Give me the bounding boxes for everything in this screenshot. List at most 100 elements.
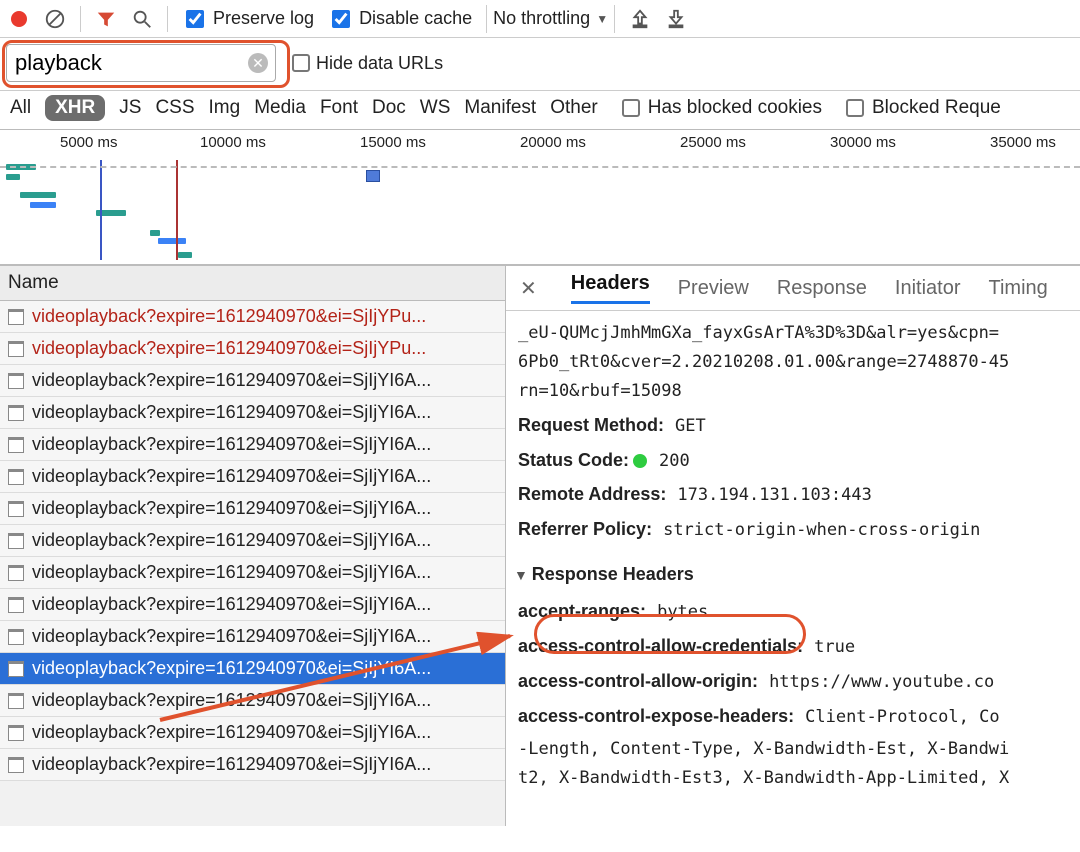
waterfall-overview[interactable]: 5000 ms 10000 ms 15000 ms 20000 ms 25000… [0,130,1080,266]
file-icon [8,341,24,357]
detail-tabs: ✕ Headers Preview Response Initiator Tim… [506,266,1080,311]
request-row[interactable]: videoplayback?expire=1612940970&ei=SjIjY… [0,461,505,493]
name-column-header[interactable]: Name [0,266,505,301]
download-icon[interactable] [665,8,687,30]
request-name: videoplayback?expire=1612940970&ei=SjIjY… [32,594,431,615]
request-row[interactable]: videoplayback?expire=1612940970&ei=SjIjY… [0,685,505,717]
chevron-down-icon: ▼ [596,12,608,26]
response-header-row: access-control-allow-credentials: true [518,631,1068,662]
type-all[interactable]: All [10,97,31,119]
record-button[interactable] [8,8,30,30]
response-header-key: accept-ranges: [518,601,646,621]
hide-data-urls-label: Hide data URLs [316,53,443,74]
request-name: videoplayback?expire=1612940970&ei=SjIjY… [32,626,431,647]
tab-preview[interactable]: Preview [678,277,749,300]
devtools-toolbar: Preserve log Disable cache No throttling… [0,0,1080,38]
throttling-dropdown[interactable]: No throttling ▼ [486,5,615,33]
throttling-label: No throttling [493,8,590,29]
remote-address-value: 173.194.131.103:443 [677,485,871,505]
type-img[interactable]: Img [209,97,241,119]
request-row[interactable]: videoplayback?expire=1612940970&ei=SjIjY… [0,397,505,429]
type-other[interactable]: Other [550,97,598,119]
type-media[interactable]: Media [254,97,306,119]
file-icon [8,725,24,741]
request-row[interactable]: videoplayback?expire=1612940970&ei=SjIjY… [0,429,505,461]
file-icon [8,693,24,709]
response-header-continuation: t2, X-Bandwidth-Est3, X-Bandwidth-App-Li… [518,764,1068,793]
request-name: videoplayback?expire=1612940970&ei=SjIjY… [32,370,431,391]
request-name: videoplayback?expire=1612940970&ei=SjIjY… [32,562,431,583]
file-icon [8,629,24,645]
request-list-pane: Name videoplayback?expire=1612940970&ei=… [0,266,506,826]
timeline-bar [158,238,186,244]
preserve-log-label: Preserve log [213,8,314,29]
timeline-tick: 30000 ms [830,134,896,151]
blocked-requests-checkbox[interactable]: Blocked Reque [846,97,1001,119]
request-row[interactable]: videoplayback?expire=1612940970&ei=SjIjY… [0,653,505,685]
type-xhr[interactable]: XHR [45,95,105,121]
type-ws[interactable]: WS [420,97,451,119]
tab-initiator[interactable]: Initiator [895,277,961,300]
status-dot-icon [633,454,647,468]
timeline-bar [6,174,20,180]
status-code-value: 200 [659,451,690,471]
timeline-marker [100,160,102,260]
file-icon [8,437,24,453]
request-name: videoplayback?expire=1612940970&ei=SjIjY… [32,754,431,775]
type-manifest[interactable]: Manifest [464,97,536,119]
disable-cache-checkbox[interactable]: Disable cache [328,7,472,31]
has-blocked-cookies-checkbox[interactable]: Has blocked cookies [622,97,822,119]
preserve-log-checkbox[interactable]: Preserve log [182,7,314,31]
request-row[interactable]: videoplayback?expire=1612940970&ei=SjIjY… [0,717,505,749]
request-name: videoplayback?expire=1612940970&ei=SjIjY… [32,530,431,551]
file-icon [8,757,24,773]
response-header-value: https://www.youtube.co [769,672,994,692]
request-name: videoplayback?expire=1612940970&ei=SjIjY… [32,402,431,423]
tab-headers[interactable]: Headers [571,272,650,304]
response-header-row: accept-ranges: bytes [518,596,1068,627]
referrer-policy-label: Referrer Policy: [518,519,652,539]
request-row[interactable]: videoplayback?expire=1612940970&ei=SjIjY… [0,525,505,557]
file-icon [8,533,24,549]
request-url-fragment: rn=10&rbuf=15098 [518,377,1068,406]
request-row[interactable]: videoplayback?expire=1612940970&ei=SjIjY… [0,493,505,525]
search-icon[interactable] [131,8,153,30]
close-detail-button[interactable]: ✕ [520,276,537,301]
hide-data-urls-checkbox[interactable]: Hide data URLs [292,53,443,74]
timeline-marker [176,160,178,260]
divider [167,6,168,32]
type-font[interactable]: Font [320,97,358,119]
filter-input[interactable] [6,44,276,82]
clear-filter-icon[interactable]: ✕ [248,53,268,73]
timeline-tick: 20000 ms [520,134,586,151]
request-row[interactable]: videoplayback?expire=1612940970&ei=SjIjY… [0,365,505,397]
filter-icon[interactable] [95,8,117,30]
request-row[interactable]: videoplayback?expire=1612940970&ei=SjIjY… [0,749,505,781]
clear-button[interactable] [44,8,66,30]
remote-address-label: Remote Address: [518,484,666,504]
request-row[interactable]: videoplayback?expire=1612940970&ei=SjIjY… [0,589,505,621]
tab-response[interactable]: Response [777,277,867,300]
status-code-label: Status Code: [518,450,629,470]
timeline-tick: 25000 ms [680,134,746,151]
request-row[interactable]: videoplayback?expire=1612940970&ei=SjIjY… [0,333,505,365]
timeline-bar [178,252,192,258]
response-header-key: access-control-expose-headers: [518,706,794,726]
type-doc[interactable]: Doc [372,97,406,119]
file-icon [8,597,24,613]
request-row[interactable]: videoplayback?expire=1612940970&ei=SjIjY… [0,557,505,589]
tab-timing[interactable]: Timing [989,277,1048,300]
request-name: videoplayback?expire=1612940970&ei=SjIjY… [32,658,431,679]
type-js[interactable]: JS [119,97,141,119]
request-row[interactable]: videoplayback?expire=1612940970&ei=SjIjY… [0,621,505,653]
type-css[interactable]: CSS [155,97,194,119]
divider [80,6,81,32]
response-header-value: Client-Protocol, Co [805,707,999,727]
request-method-label: Request Method: [518,415,664,435]
response-header-row: access-control-expose-headers: Client-Pr… [518,701,1068,732]
upload-icon[interactable] [629,8,651,30]
request-row[interactable]: videoplayback?expire=1612940970&ei=SjIjY… [0,301,505,333]
request-name: videoplayback?expire=1612940970&ei=SjIjY… [32,690,431,711]
response-headers-title[interactable]: Response Headers [514,559,1068,590]
filter-bar: ✕ Hide data URLs [0,38,1080,91]
